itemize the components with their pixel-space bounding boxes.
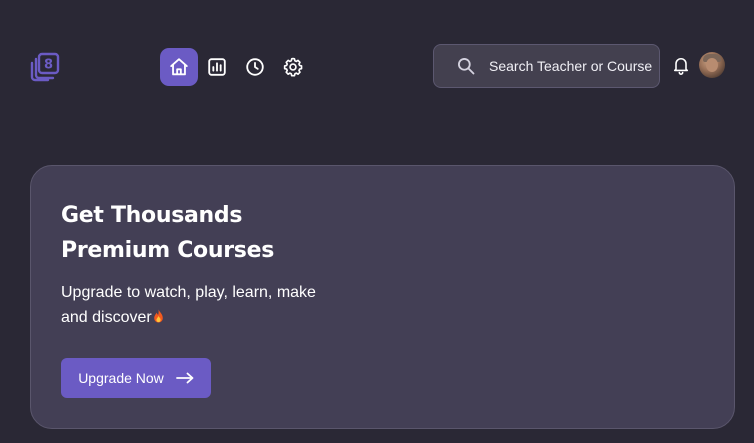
bell-icon[interactable] [671, 55, 691, 75]
user-avatar[interactable] [699, 52, 725, 78]
hero-card: Get Thousands Premium Courses Upgrade to… [30, 165, 735, 429]
hero-subtitle-line-2: and discover [61, 309, 152, 326]
upgrade-now-button[interactable]: Upgrade Now [61, 358, 211, 398]
hero-subtitle-line-1: Upgrade to watch, play, learn, make [61, 284, 316, 301]
chart-icon [208, 58, 226, 76]
main-nav [160, 48, 312, 86]
hero-subtitle: Upgrade to watch, play, learn, make and … [61, 280, 391, 330]
hero-title: Get Thousands Premium Courses [61, 198, 391, 268]
gear-icon [283, 57, 303, 77]
nav-settings-button[interactable] [274, 48, 312, 86]
search-box[interactable] [433, 44, 660, 88]
svg-text:8: 8 [44, 58, 53, 73]
clock-icon [246, 58, 264, 76]
hero-subtitle-line-2-wrap: and discover [61, 305, 391, 330]
fire-icon [153, 309, 163, 323]
search-input[interactable] [489, 58, 659, 74]
hero-title-line-2: Premium Courses [61, 238, 274, 263]
arrow-right-icon [175, 372, 194, 384]
book-stack-logo-icon[interactable]: 8 [30, 52, 60, 82]
search-icon[interactable] [456, 56, 476, 76]
nav-home-button[interactable] [160, 48, 198, 86]
app-page: 8 Search Teacher or Course Get Thousands… [0, 0, 754, 443]
home-icon [170, 58, 188, 76]
nav-stats-button[interactable] [198, 48, 236, 86]
upgrade-now-label: Upgrade Now [78, 370, 164, 386]
avatar-face [706, 58, 718, 72]
nav-history-button[interactable] [236, 48, 274, 86]
hero-title-line-1: Get Thousands [61, 203, 243, 228]
